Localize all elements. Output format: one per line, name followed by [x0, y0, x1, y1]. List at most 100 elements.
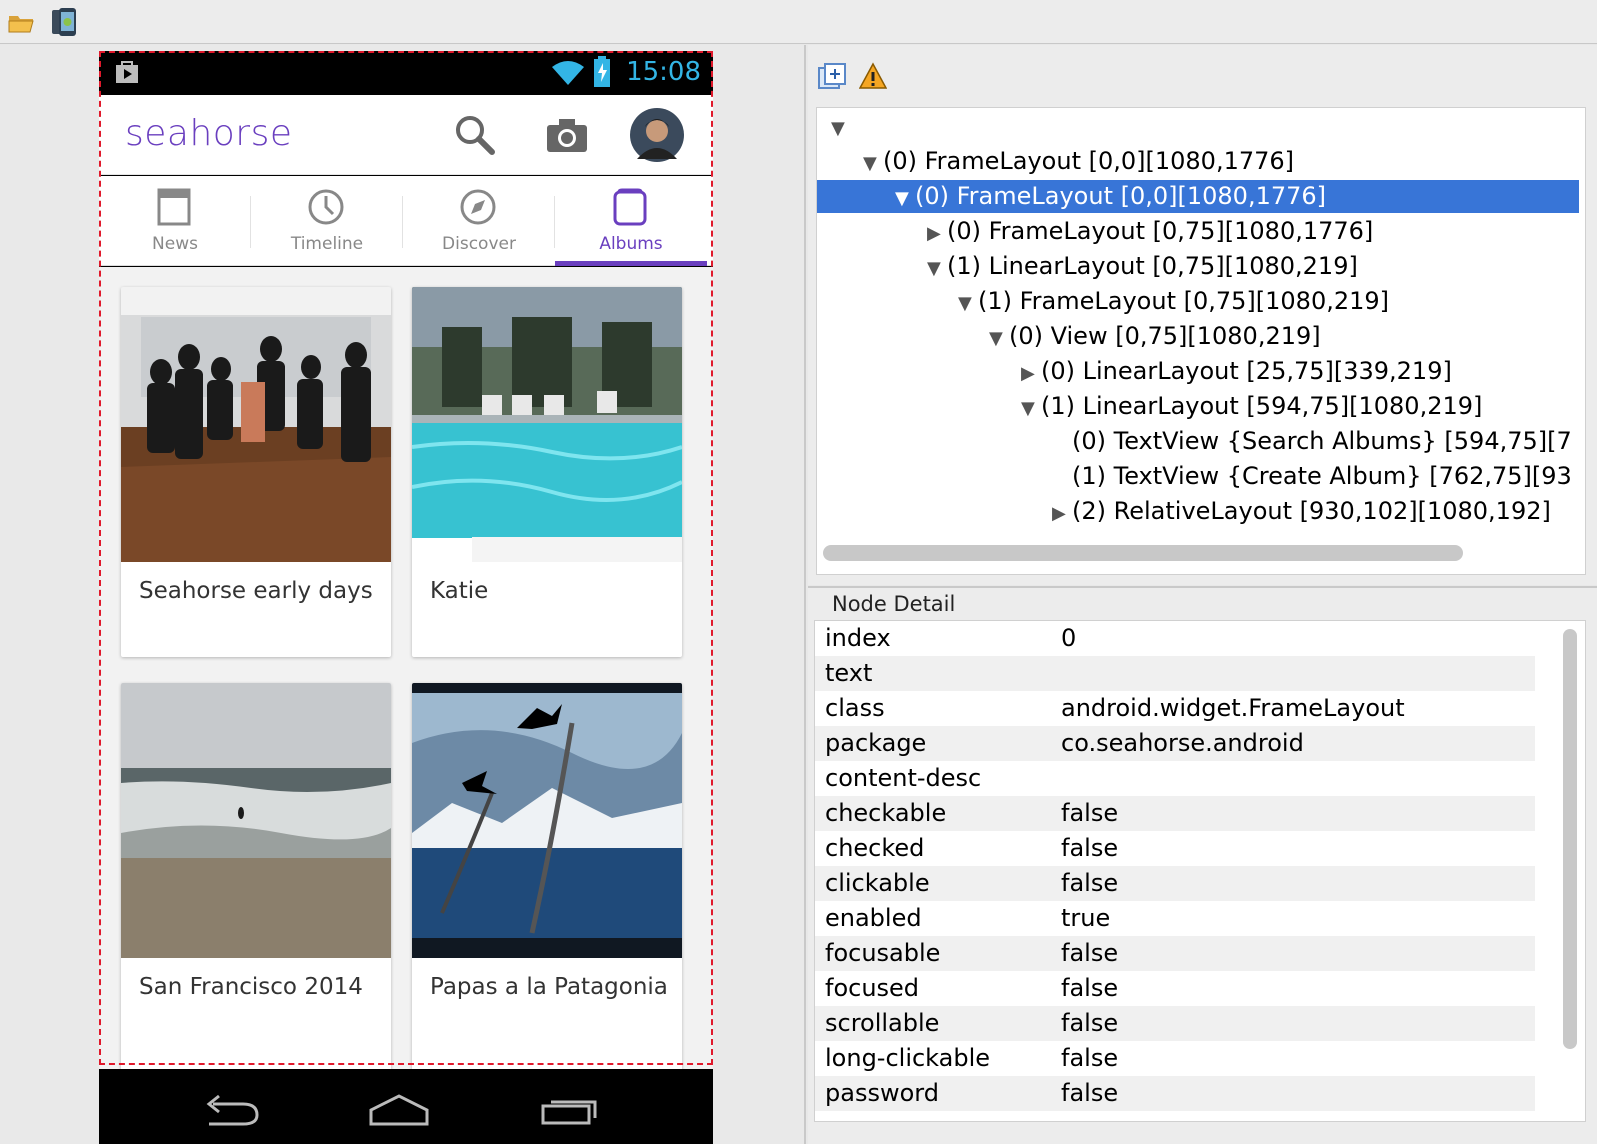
detail-value: false: [1061, 939, 1119, 967]
album-cover-image: [412, 287, 682, 562]
detail-value: false: [1061, 834, 1119, 862]
detail-row[interactable]: scrollable false: [815, 1006, 1535, 1041]
album-title: Katie: [430, 578, 489, 604]
detail-row[interactable]: long-clickable false: [815, 1041, 1535, 1076]
detail-row[interactable]: checkable false: [815, 796, 1535, 831]
tab-albums[interactable]: Albums: [555, 176, 707, 266]
tree-node[interactable]: ▶ (0) LinearLayout [25,75][339,219]: [817, 355, 1585, 390]
tree-node[interactable]: ▼ (1) LinearLayout [0,75][1080,219]: [817, 250, 1585, 285]
albums-grid: Seahorse early days Katie San Francisco …: [99, 267, 713, 1069]
detail-row[interactable]: password false: [815, 1076, 1535, 1111]
detail-row[interactable]: clickable false: [815, 866, 1535, 901]
compass-icon: [460, 189, 496, 225]
news-icon: [157, 188, 191, 226]
tree-node[interactable]: ▼ (0) View [0,75][1080,219]: [817, 320, 1585, 355]
detail-row[interactable]: focused false: [815, 971, 1535, 1006]
home-icon[interactable]: [367, 1092, 431, 1128]
tab-timeline[interactable]: Timeline: [251, 176, 403, 266]
wifi-icon: [552, 61, 584, 85]
tree-node[interactable]: ▼ (0) FrameLayout [0,0][1080,1776]: [817, 145, 1585, 180]
tab-news[interactable]: News: [99, 176, 251, 266]
detail-value: false: [1061, 1009, 1119, 1037]
folder-open-icon[interactable]: [7, 7, 37, 37]
expand-triangle-icon[interactable]: ▼: [863, 147, 883, 180]
battery-icon: [594, 56, 610, 87]
album-card[interactable]: Papas a la Patagonia: [412, 683, 682, 1069]
tree-node-selected[interactable]: ▼ (0) FrameLayout [0,0][1080,1776]: [817, 180, 1579, 213]
tree-node[interactable]: ▼ (1) FrameLayout [0,75][1080,219]: [817, 285, 1585, 320]
tree-node-label: (0) FrameLayout [0,0][1080,1776]: [883, 147, 1295, 175]
tree-node-label: (2) RelativeLayout [930,102][1080,192]: [1072, 497, 1551, 525]
tree-node-label: (0) TextView {Search Albums} [594,75][7: [1072, 427, 1572, 455]
album-card[interactable]: Seahorse early days: [121, 287, 391, 657]
detail-key: index: [825, 624, 891, 652]
tab-discover[interactable]: Discover: [403, 176, 555, 266]
expand-triangle-icon[interactable]: ▼: [1021, 392, 1041, 425]
album-cover-image: [121, 287, 391, 562]
toolbar: [0, 0, 1597, 44]
album-cover-image: [121, 683, 391, 958]
detail-row[interactable]: content-desc: [815, 761, 1535, 796]
tree-node-label: (1) LinearLayout [594,75][1080,219]: [1041, 392, 1483, 420]
app-title: seahorse: [125, 113, 293, 154]
search-icon[interactable]: [453, 113, 497, 157]
user-avatar[interactable]: [629, 107, 685, 163]
detail-value: false: [1061, 869, 1119, 897]
back-icon[interactable]: [203, 1094, 263, 1126]
detail-row[interactable]: focusable false: [815, 936, 1535, 971]
detail-key: class: [825, 694, 885, 722]
album-title: San Francisco 2014: [139, 974, 363, 1000]
tree-node[interactable]: (1) TextView {Create Album} [762,75][93: [817, 460, 1585, 493]
clock-icon: [308, 189, 344, 225]
expand-triangle-icon[interactable]: ▼: [958, 287, 978, 320]
hierarchy-tree[interactable]: ▼ ▼ (0) FrameLayout [0,0][1080,1776] ▼ (0)…: [816, 107, 1586, 575]
vertical-scrollbar[interactable]: [1563, 629, 1577, 1049]
detail-key: content-desc: [825, 764, 982, 792]
node-detail-pane: Node Detail index 0 text class android.wid…: [808, 586, 1597, 1144]
tab-news-label: News: [152, 234, 198, 254]
horizontal-scrollbar[interactable]: [823, 545, 1463, 561]
expand-triangle-icon[interactable]: ▼: [989, 322, 1009, 355]
tree-node[interactable]: ▶ (2) RelativeLayout [930,102][1080,192]: [817, 495, 1585, 530]
detail-key: checked: [825, 834, 925, 862]
tab-timeline-label: Timeline: [290, 234, 364, 254]
expand-triangle-icon[interactable]: ▼: [895, 182, 915, 215]
recent-apps-icon[interactable]: [539, 1094, 601, 1126]
collapse-triangle-icon[interactable]: ▶: [1021, 357, 1041, 390]
albums-icon: [613, 188, 647, 226]
detail-value: false: [1061, 974, 1119, 1002]
expand-triangle-icon[interactable]: ▼: [831, 112, 851, 145]
detail-row[interactable]: class android.widget.FrameLayout: [815, 691, 1535, 726]
detail-key: password: [825, 1079, 939, 1107]
detail-row[interactable]: index 0: [815, 621, 1535, 656]
detail-key: checkable: [825, 799, 947, 827]
camera-icon[interactable]: [545, 115, 589, 155]
tree-node[interactable]: ▶ (0) FrameLayout [0,75][1080,1776]: [817, 215, 1585, 250]
status-bar: 15:08: [99, 51, 713, 95]
collapse-triangle-icon[interactable]: ▶: [1052, 497, 1072, 530]
tree-node[interactable]: (0) TextView {Search Albums} [594,75][7: [817, 425, 1585, 458]
detail-key: package: [825, 729, 927, 757]
detail-row[interactable]: enabled true: [815, 901, 1535, 936]
detail-value: android.widget.FrameLayout: [1061, 694, 1405, 722]
album-cover-image: [412, 683, 682, 958]
expand-all-icon[interactable]: [818, 63, 846, 91]
album-card[interactable]: Katie: [412, 287, 682, 657]
detail-value: false: [1061, 1079, 1119, 1107]
detail-value: 0: [1061, 624, 1077, 652]
detail-row[interactable]: checked false: [815, 831, 1535, 866]
tree-node[interactable]: ▼ (1) LinearLayout [594,75][1080,219]: [817, 390, 1585, 425]
active-tab-indicator: [555, 261, 707, 266]
tree-node-label: (0) View [0,75][1080,219]: [1009, 322, 1321, 350]
detail-row[interactable]: text: [815, 656, 1535, 691]
detail-value: co.seahorse.android: [1061, 729, 1304, 757]
expand-triangle-icon[interactable]: ▼: [927, 252, 947, 285]
android-device-screenshot-icon[interactable]: [50, 7, 80, 37]
phone-screen[interactable]: 15:08 seahorse News Timeline Discover Al…: [99, 51, 713, 1144]
detail-row[interactable]: package co.seahorse.android: [815, 726, 1535, 761]
collapse-triangle-icon[interactable]: ▶: [927, 217, 947, 250]
tree-node-label: (1) LinearLayout [0,75][1080,219]: [947, 252, 1358, 280]
album-card[interactable]: San Francisco 2014: [121, 683, 391, 1069]
tree-root[interactable]: ▼: [817, 110, 1585, 145]
warning-icon[interactable]: [859, 62, 887, 90]
